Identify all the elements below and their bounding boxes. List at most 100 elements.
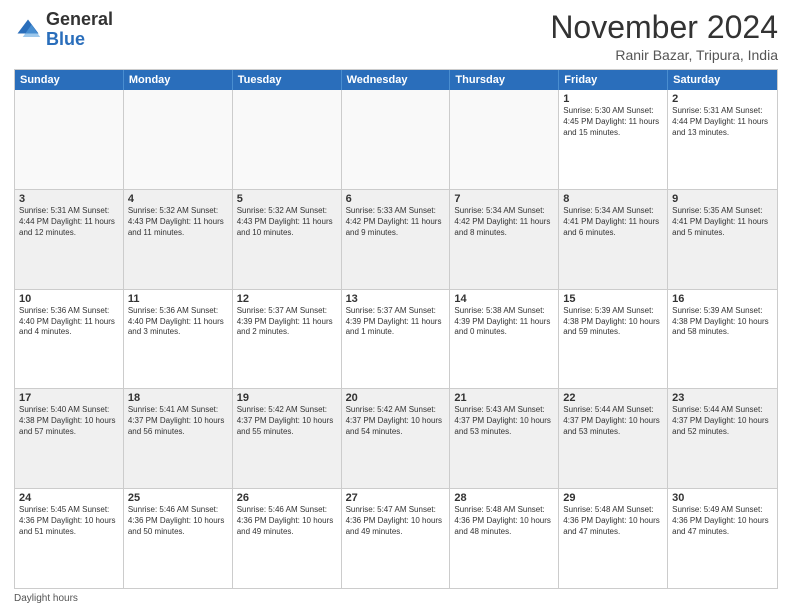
calendar-row-2: 10Sunrise: 5:36 AM Sunset: 4:40 PM Dayli… [15,289,777,389]
day-number: 12 [237,293,337,305]
calendar-cell-empty-0-4 [450,90,559,189]
calendar-cell-17: 17Sunrise: 5:40 AM Sunset: 4:38 PM Dayli… [15,389,124,488]
calendar-cell-15: 15Sunrise: 5:39 AM Sunset: 4:38 PM Dayli… [559,290,668,389]
header-day-monday: Monday [124,70,233,90]
cell-info-text: Sunrise: 5:32 AM Sunset: 4:43 PM Dayligh… [237,206,337,238]
cell-info-text: Sunrise: 5:48 AM Sunset: 4:36 PM Dayligh… [563,505,663,537]
cell-info-text: Sunrise: 5:39 AM Sunset: 4:38 PM Dayligh… [563,306,663,338]
calendar-cell-29: 29Sunrise: 5:48 AM Sunset: 4:36 PM Dayli… [559,489,668,588]
day-number: 3 [19,193,119,205]
calendar-cell-empty-0-2 [233,90,342,189]
day-number: 5 [237,193,337,205]
calendar-cell-14: 14Sunrise: 5:38 AM Sunset: 4:39 PM Dayli… [450,290,559,389]
day-number: 25 [128,492,228,504]
calendar-cell-1: 1Sunrise: 5:30 AM Sunset: 4:45 PM Daylig… [559,90,668,189]
calendar-cell-5: 5Sunrise: 5:32 AM Sunset: 4:43 PM Daylig… [233,190,342,289]
calendar-cell-24: 24Sunrise: 5:45 AM Sunset: 4:36 PM Dayli… [15,489,124,588]
cell-info-text: Sunrise: 5:42 AM Sunset: 4:37 PM Dayligh… [346,405,446,437]
footer: Daylight hours [14,593,778,604]
calendar-header: SundayMondayTuesdayWednesdayThursdayFrid… [15,70,777,90]
day-number: 6 [346,193,446,205]
calendar-row-1: 3Sunrise: 5:31 AM Sunset: 4:44 PM Daylig… [15,189,777,289]
cell-info-text: Sunrise: 5:32 AM Sunset: 4:43 PM Dayligh… [128,206,228,238]
calendar-row-0: 1Sunrise: 5:30 AM Sunset: 4:45 PM Daylig… [15,90,777,189]
logo-text: General Blue [46,10,113,50]
calendar-row-3: 17Sunrise: 5:40 AM Sunset: 4:38 PM Dayli… [15,388,777,488]
calendar-cell-empty-0-1 [124,90,233,189]
cell-info-text: Sunrise: 5:48 AM Sunset: 4:36 PM Dayligh… [454,505,554,537]
calendar-cell-8: 8Sunrise: 5:34 AM Sunset: 4:41 PM Daylig… [559,190,668,289]
cell-info-text: Sunrise: 5:49 AM Sunset: 4:36 PM Dayligh… [672,505,773,537]
calendar-cell-27: 27Sunrise: 5:47 AM Sunset: 4:36 PM Dayli… [342,489,451,588]
calendar-cell-3: 3Sunrise: 5:31 AM Sunset: 4:44 PM Daylig… [15,190,124,289]
calendar-cell-16: 16Sunrise: 5:39 AM Sunset: 4:38 PM Dayli… [668,290,777,389]
cell-info-text: Sunrise: 5:43 AM Sunset: 4:37 PM Dayligh… [454,405,554,437]
calendar-cell-6: 6Sunrise: 5:33 AM Sunset: 4:42 PM Daylig… [342,190,451,289]
day-number: 21 [454,392,554,404]
day-number: 18 [128,392,228,404]
day-number: 8 [563,193,663,205]
cell-info-text: Sunrise: 5:45 AM Sunset: 4:36 PM Dayligh… [19,505,119,537]
cell-info-text: Sunrise: 5:33 AM Sunset: 4:42 PM Dayligh… [346,206,446,238]
calendar-cell-20: 20Sunrise: 5:42 AM Sunset: 4:37 PM Dayli… [342,389,451,488]
header: General Blue November 2024 Ranir Bazar, … [14,10,778,63]
logo-blue: Blue [46,29,85,49]
calendar-cell-26: 26Sunrise: 5:46 AM Sunset: 4:36 PM Dayli… [233,489,342,588]
calendar-cell-30: 30Sunrise: 5:49 AM Sunset: 4:36 PM Dayli… [668,489,777,588]
header-day-friday: Friday [559,70,668,90]
logo-general: General [46,9,113,29]
calendar-cell-23: 23Sunrise: 5:44 AM Sunset: 4:37 PM Dayli… [668,389,777,488]
cell-info-text: Sunrise: 5:36 AM Sunset: 4:40 PM Dayligh… [19,306,119,338]
calendar-cell-4: 4Sunrise: 5:32 AM Sunset: 4:43 PM Daylig… [124,190,233,289]
calendar: SundayMondayTuesdayWednesdayThursdayFrid… [14,69,778,589]
logo: General Blue [14,10,113,50]
cell-info-text: Sunrise: 5:42 AM Sunset: 4:37 PM Dayligh… [237,405,337,437]
day-number: 2 [672,93,773,105]
logo-icon [14,16,42,44]
day-number: 14 [454,293,554,305]
header-day-saturday: Saturday [668,70,777,90]
day-number: 26 [237,492,337,504]
day-number: 4 [128,193,228,205]
day-number: 10 [19,293,119,305]
header-day-tuesday: Tuesday [233,70,342,90]
cell-info-text: Sunrise: 5:31 AM Sunset: 4:44 PM Dayligh… [672,106,773,138]
day-number: 17 [19,392,119,404]
calendar-cell-2: 2Sunrise: 5:31 AM Sunset: 4:44 PM Daylig… [668,90,777,189]
calendar-row-4: 24Sunrise: 5:45 AM Sunset: 4:36 PM Dayli… [15,488,777,588]
cell-info-text: Sunrise: 5:46 AM Sunset: 4:36 PM Dayligh… [128,505,228,537]
day-number: 16 [672,293,773,305]
cell-info-text: Sunrise: 5:30 AM Sunset: 4:45 PM Dayligh… [563,106,663,138]
calendar-cell-11: 11Sunrise: 5:36 AM Sunset: 4:40 PM Dayli… [124,290,233,389]
day-number: 20 [346,392,446,404]
cell-info-text: Sunrise: 5:44 AM Sunset: 4:37 PM Dayligh… [563,405,663,437]
day-number: 23 [672,392,773,404]
calendar-cell-empty-0-3 [342,90,451,189]
day-number: 11 [128,293,228,305]
calendar-body: 1Sunrise: 5:30 AM Sunset: 4:45 PM Daylig… [15,90,777,588]
cell-info-text: Sunrise: 5:39 AM Sunset: 4:38 PM Dayligh… [672,306,773,338]
calendar-cell-7: 7Sunrise: 5:34 AM Sunset: 4:42 PM Daylig… [450,190,559,289]
day-number: 7 [454,193,554,205]
calendar-cell-12: 12Sunrise: 5:37 AM Sunset: 4:39 PM Dayli… [233,290,342,389]
day-number: 9 [672,193,773,205]
cell-info-text: Sunrise: 5:44 AM Sunset: 4:37 PM Dayligh… [672,405,773,437]
header-day-sunday: Sunday [15,70,124,90]
calendar-cell-19: 19Sunrise: 5:42 AM Sunset: 4:37 PM Dayli… [233,389,342,488]
cell-info-text: Sunrise: 5:34 AM Sunset: 4:41 PM Dayligh… [563,206,663,238]
day-number: 28 [454,492,554,504]
day-number: 22 [563,392,663,404]
cell-info-text: Sunrise: 5:46 AM Sunset: 4:36 PM Dayligh… [237,505,337,537]
calendar-cell-22: 22Sunrise: 5:44 AM Sunset: 4:37 PM Dayli… [559,389,668,488]
cell-info-text: Sunrise: 5:40 AM Sunset: 4:38 PM Dayligh… [19,405,119,437]
cell-info-text: Sunrise: 5:38 AM Sunset: 4:39 PM Dayligh… [454,306,554,338]
day-number: 13 [346,293,446,305]
cell-info-text: Sunrise: 5:41 AM Sunset: 4:37 PM Dayligh… [128,405,228,437]
calendar-cell-21: 21Sunrise: 5:43 AM Sunset: 4:37 PM Dayli… [450,389,559,488]
header-day-thursday: Thursday [450,70,559,90]
daylight-hours-label: Daylight hours [14,593,78,604]
title-block: November 2024 Ranir Bazar, Tripura, Indi… [550,10,778,63]
day-number: 19 [237,392,337,404]
calendar-cell-28: 28Sunrise: 5:48 AM Sunset: 4:36 PM Dayli… [450,489,559,588]
month-title: November 2024 [550,10,778,45]
